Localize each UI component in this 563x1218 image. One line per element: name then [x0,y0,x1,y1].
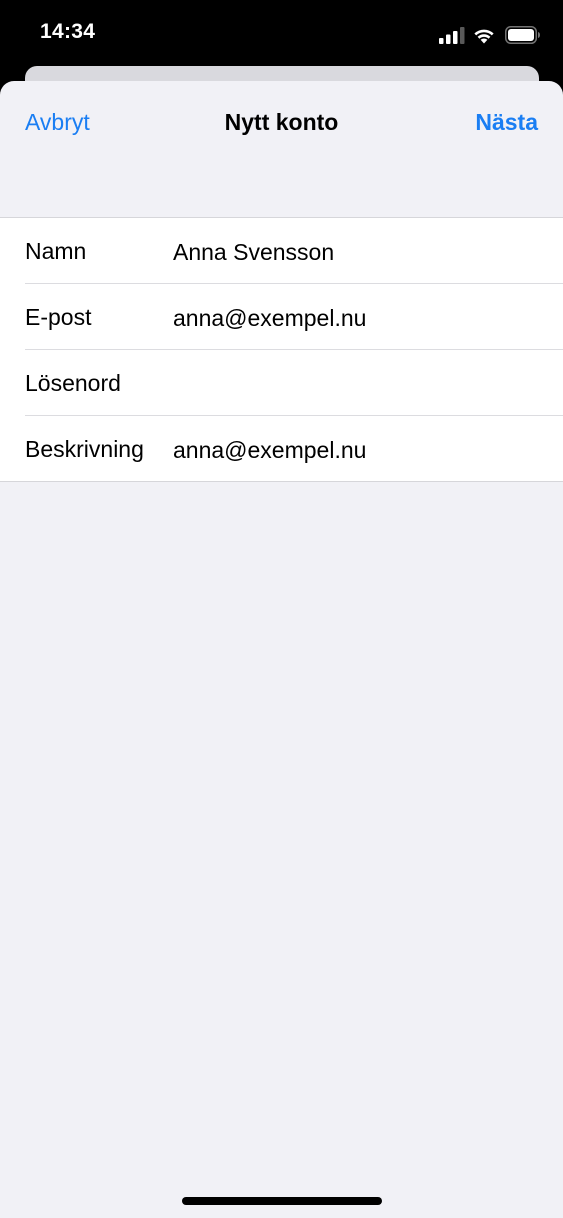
description-row[interactable]: Beskrivning anna@exempel.nu [25,416,563,481]
name-field[interactable]: Anna Svensson [173,239,473,266]
status-time: 14:34 [40,20,96,43]
cellular-signal-icon [439,27,465,44]
account-form: Namn Anna Svensson E-post anna@exempel.n… [0,217,563,482]
next-button[interactable]: Nästa [475,109,538,136]
name-row[interactable]: Namn Anna Svensson [25,218,563,284]
battery-icon [505,26,540,44]
description-label: Beskrivning [25,436,144,462]
status-bar: 14:34 [0,0,563,66]
email-field[interactable]: anna@exempel.nu [173,305,473,332]
status-icons [439,24,541,46]
name-label: Namn [25,238,87,264]
home-indicator[interactable] [182,1197,382,1205]
password-field[interactable] [173,371,473,397]
description-field[interactable]: anna@exempel.nu [173,437,473,464]
email-label: E-post [25,304,92,330]
password-row[interactable]: Lösenord [25,350,563,416]
cancel-button[interactable]: Avbryt [25,109,90,136]
email-row[interactable]: E-post anna@exempel.nu [25,284,563,350]
wifi-icon [474,29,494,44]
password-label: Lösenord [25,370,121,396]
new-account-sheet: Nytt konto Avbryt Nästa Namn Anna Svenss… [0,81,563,1218]
